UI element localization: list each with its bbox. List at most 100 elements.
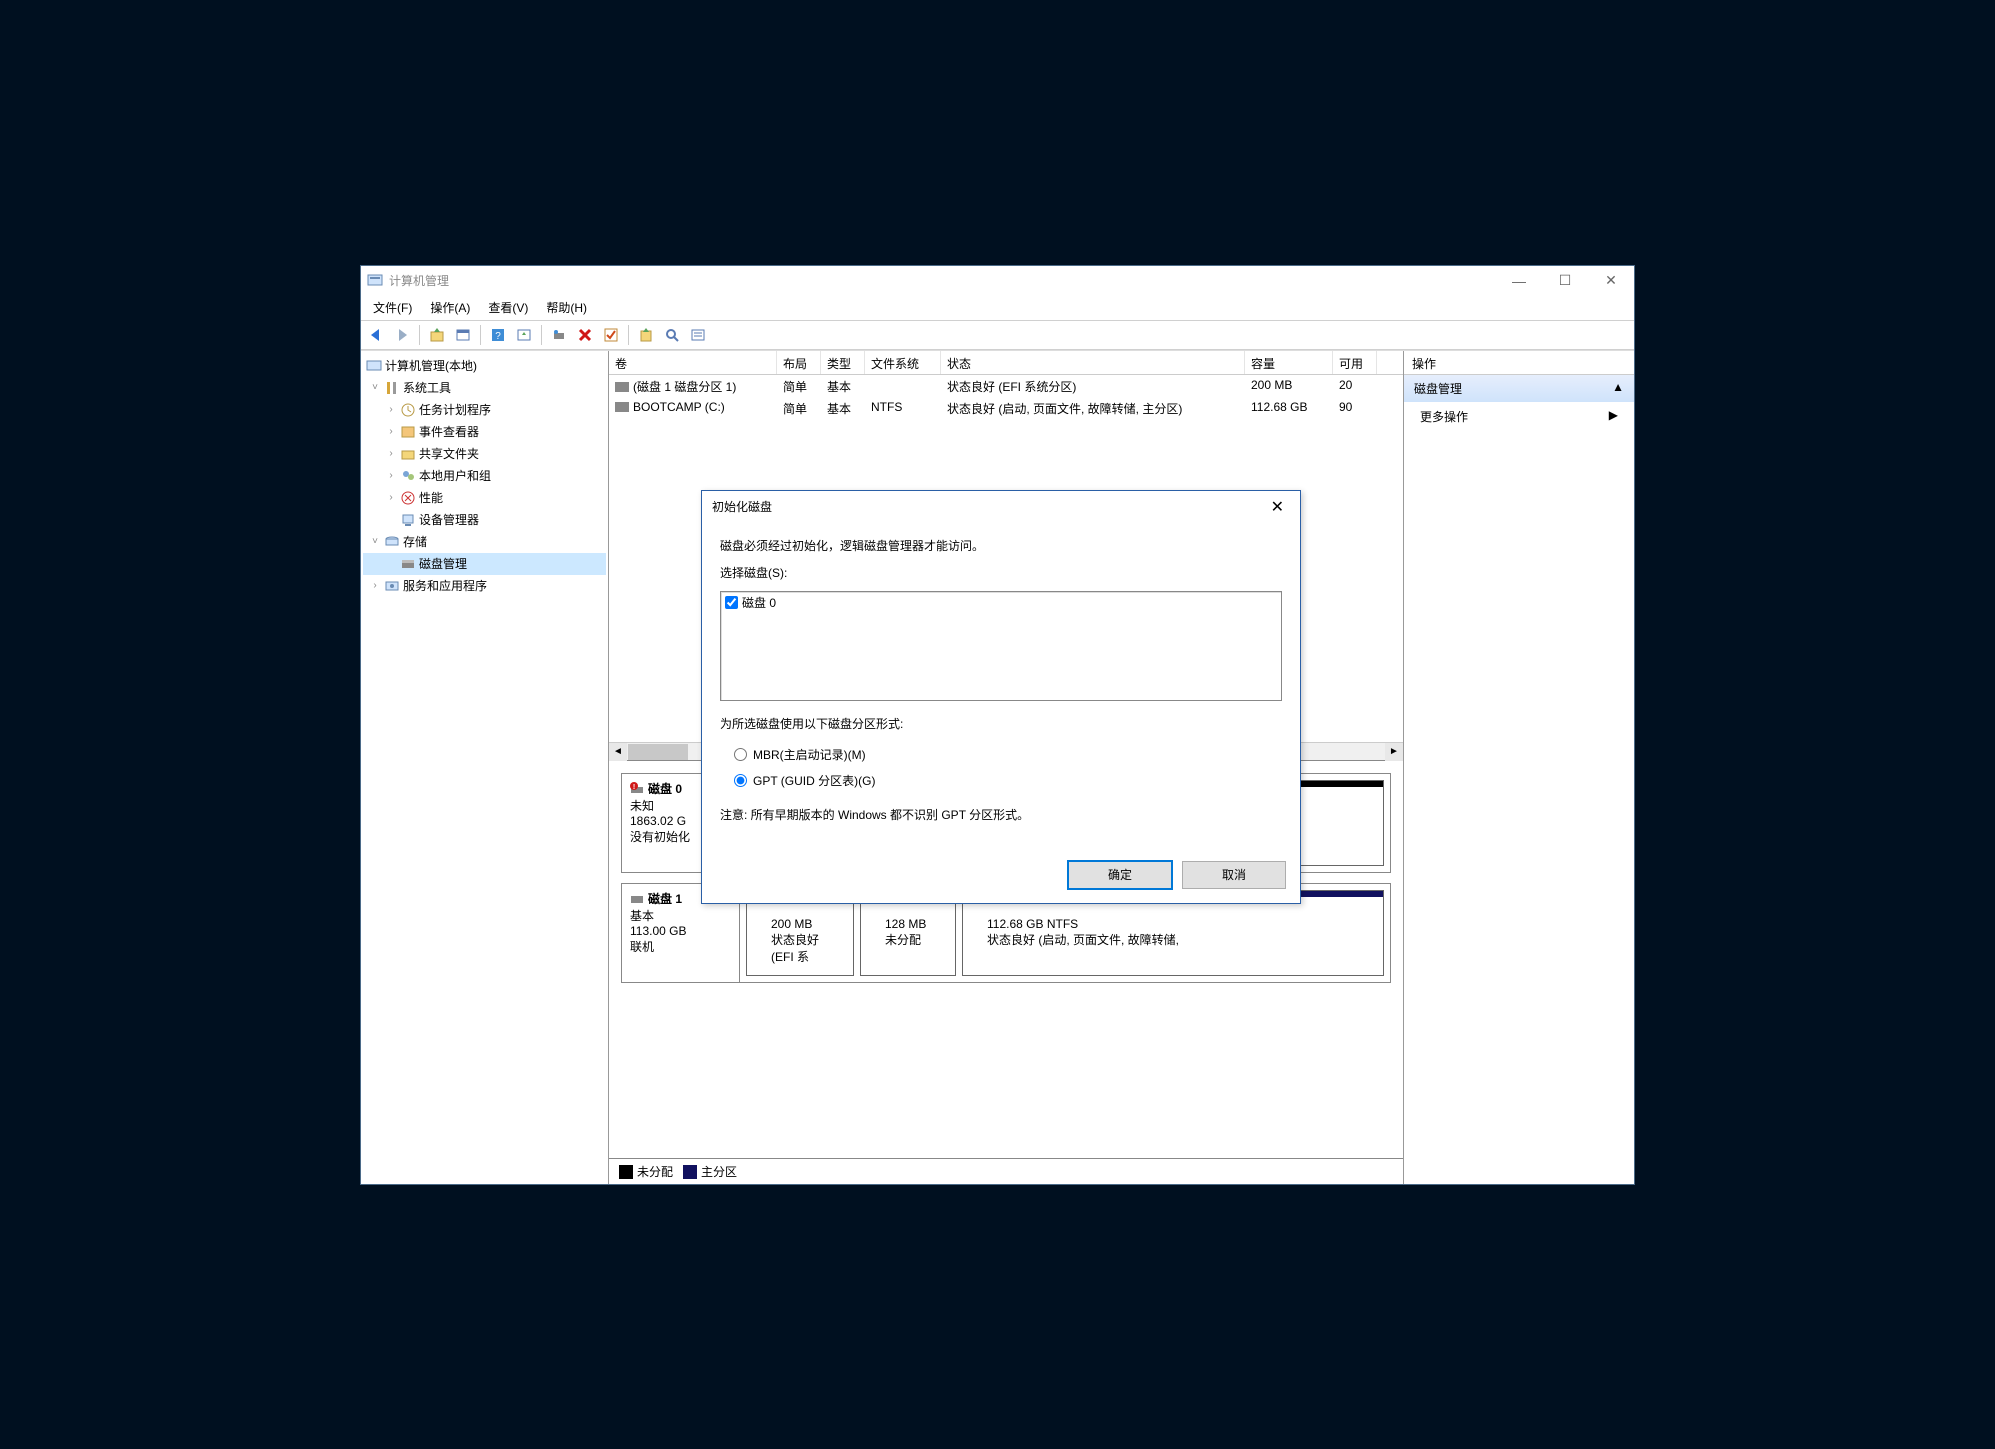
- list-button[interactable]: [687, 324, 709, 346]
- titlebar: 计算机管理 ― ☐ ✕: [361, 266, 1634, 296]
- expand-icon[interactable]: ›: [385, 448, 397, 459]
- tree-disk-mgmt[interactable]: 磁盘管理: [363, 553, 606, 575]
- tree-performance[interactable]: ›性能: [363, 487, 606, 509]
- volume-fs: NTFS: [865, 397, 941, 419]
- col-capacity[interactable]: 容量: [1245, 351, 1333, 374]
- svg-text:!: !: [633, 784, 635, 791]
- volume-type: 基本: [821, 397, 865, 419]
- dialog-select-label: 选择磁盘(S):: [720, 564, 1282, 581]
- col-volume[interactable]: 卷: [609, 351, 777, 374]
- show-console-button[interactable]: [452, 324, 474, 346]
- legend-primary-label: 主分区: [701, 1165, 737, 1179]
- tree-root[interactable]: 计算机管理(本地): [363, 355, 606, 377]
- tree-system-tools[interactable]: ˅系统工具: [363, 377, 606, 399]
- dialog-note: 注意: 所有早期版本的 Windows 都不识别 GPT 分区形式。: [720, 806, 1282, 823]
- tree-item-label: 设备管理器: [419, 511, 479, 528]
- menu-action[interactable]: 操作(A): [422, 297, 478, 318]
- cancel-button[interactable]: 取消: [1182, 861, 1286, 889]
- gpt-label: GPT (GUID 分区表)(G): [753, 772, 875, 789]
- minimize-button[interactable]: ―: [1496, 266, 1542, 296]
- dialog-close-button[interactable]: ✕: [1265, 495, 1290, 519]
- scroll-left-icon[interactable]: ◄: [609, 743, 627, 761]
- tree-event-viewer[interactable]: ›事件查看器: [363, 421, 606, 443]
- tree-services[interactable]: ›服务和应用程序: [363, 575, 606, 597]
- col-fs[interactable]: 文件系统: [865, 351, 941, 374]
- tree-local-users[interactable]: ›本地用户和组: [363, 465, 606, 487]
- tree-device-mgr[interactable]: 设备管理器: [363, 509, 606, 531]
- part-status: 状态良好 (启动, 页面文件, 故障转储,: [987, 931, 1359, 948]
- scroll-right-icon[interactable]: ►: [1385, 743, 1403, 761]
- storage-icon: [384, 534, 400, 550]
- delete-button[interactable]: [574, 324, 596, 346]
- legend-unalloc: 未分配: [619, 1163, 673, 1180]
- volumes-header: 卷 布局 类型 文件系统 状态 容量 可用: [609, 351, 1403, 375]
- disk0-checkbox[interactable]: [725, 596, 738, 609]
- up-button[interactable]: [426, 324, 448, 346]
- legend-unalloc-label: 未分配: [637, 1165, 673, 1179]
- maximize-button[interactable]: ☐: [1542, 266, 1588, 296]
- properties-button[interactable]: [513, 324, 535, 346]
- col-layout[interactable]: 布局: [777, 351, 821, 374]
- volume-row[interactable]: BOOTCAMP (C:) 简单 基本 NTFS 状态良好 (启动, 页面文件,…: [609, 397, 1403, 419]
- mbr-radio[interactable]: [734, 748, 747, 761]
- close-button[interactable]: ✕: [1588, 266, 1634, 296]
- col-type[interactable]: 类型: [821, 351, 865, 374]
- actions-group[interactable]: 磁盘管理▲: [1404, 375, 1634, 402]
- window-controls: ― ☐ ✕: [1496, 266, 1634, 296]
- disk-line: 联机: [630, 938, 731, 955]
- check-button[interactable]: [600, 324, 622, 346]
- search-button[interactable]: [661, 324, 683, 346]
- refresh-button[interactable]: [548, 324, 570, 346]
- expand-icon[interactable]: ›: [369, 580, 381, 591]
- menubar: 文件(F) 操作(A) 查看(V) 帮助(H): [361, 296, 1634, 320]
- expand-icon[interactable]: ›: [385, 470, 397, 481]
- triangle-up-icon: ▲: [1612, 380, 1624, 397]
- disk-select-item[interactable]: 磁盘 0: [721, 592, 1281, 613]
- part-size: 128 MB: [885, 917, 931, 931]
- gpt-radio[interactable]: [734, 774, 747, 787]
- collapse-icon[interactable]: ˅: [369, 536, 381, 547]
- device-icon: [400, 512, 416, 528]
- col-avail[interactable]: 可用: [1333, 351, 1377, 374]
- tree-storage[interactable]: ˅存储: [363, 531, 606, 553]
- actions-pane: 操作 磁盘管理▲ 更多操作▶: [1404, 351, 1634, 1184]
- triangle-right-icon: ▶: [1609, 408, 1618, 425]
- forward-button[interactable]: [391, 324, 413, 346]
- volume-cap: 200 MB: [1245, 375, 1333, 397]
- window-title: 计算机管理: [389, 272, 449, 289]
- actions-more[interactable]: 更多操作▶: [1404, 402, 1634, 431]
- volume-layout: 简单: [777, 375, 821, 397]
- volume-row[interactable]: (磁盘 1 磁盘分区 1) 简单 基本 状态良好 (EFI 系统分区) 200 …: [609, 375, 1403, 397]
- tools-icon: [384, 380, 400, 396]
- users-icon: [400, 468, 416, 484]
- part-size: 112.68 GB NTFS: [987, 917, 1359, 931]
- gpt-option[interactable]: GPT (GUID 分区表)(G): [720, 768, 1282, 794]
- dialog-titlebar: 初始化磁盘 ✕: [702, 491, 1300, 523]
- collapse-icon[interactable]: ˅: [369, 382, 381, 393]
- col-status[interactable]: 状态: [941, 351, 1245, 374]
- tool-a-button[interactable]: [635, 324, 657, 346]
- computer-icon: [366, 358, 382, 374]
- menu-help[interactable]: 帮助(H): [538, 297, 595, 318]
- partition-style-label: 为所选磁盘使用以下磁盘分区形式:: [720, 715, 1282, 732]
- scroll-thumb[interactable]: [628, 744, 688, 760]
- expand-icon[interactable]: ›: [385, 492, 397, 503]
- ok-button[interactable]: 确定: [1068, 861, 1172, 889]
- disk-error-icon: !: [630, 782, 644, 796]
- dialog-intro: 磁盘必须经过初始化，逻辑磁盘管理器才能访问。: [720, 537, 1282, 554]
- expand-icon[interactable]: ›: [385, 404, 397, 415]
- tree-task-scheduler[interactable]: ›任务计划程序: [363, 399, 606, 421]
- dialog-body: 磁盘必须经过初始化，逻辑磁盘管理器才能访问。 选择磁盘(S): 磁盘 0 为所选…: [702, 523, 1300, 851]
- volume-icon: [615, 382, 629, 392]
- menu-file[interactable]: 文件(F): [365, 297, 420, 318]
- volume-status: 状态良好 (EFI 系统分区): [941, 375, 1245, 397]
- help-button[interactable]: ?: [487, 324, 509, 346]
- menu-view[interactable]: 查看(V): [480, 297, 536, 318]
- back-button[interactable]: [365, 324, 387, 346]
- event-icon: [400, 424, 416, 440]
- volume-avail: 20: [1333, 375, 1377, 397]
- folder-icon: [400, 446, 416, 462]
- expand-icon[interactable]: ›: [385, 426, 397, 437]
- tree-shared-folders[interactable]: ›共享文件夹: [363, 443, 606, 465]
- mbr-option[interactable]: MBR(主启动记录)(M): [720, 742, 1282, 768]
